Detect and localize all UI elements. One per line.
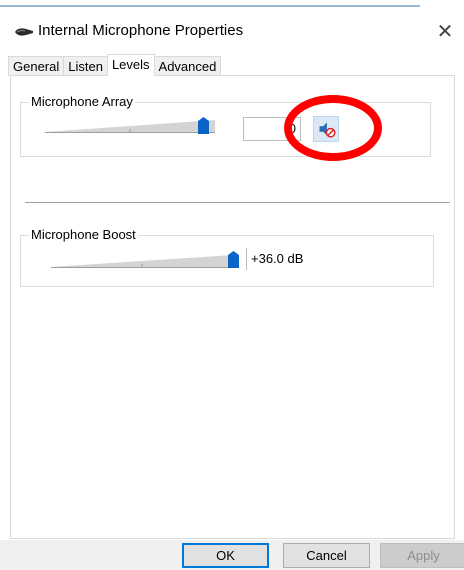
- ok-button[interactable]: OK: [182, 543, 269, 568]
- top-strip: [0, 0, 464, 8]
- tab-listen[interactable]: Listen: [63, 56, 108, 76]
- tab-levels[interactable]: Levels: [106, 54, 155, 76]
- levels-panel: Microphone Array 0 Microphone Boost +36.…: [10, 75, 455, 539]
- cancel-button[interactable]: Cancel: [283, 543, 370, 568]
- microphone-boost-label: Microphone Boost: [29, 227, 138, 242]
- microphone-boost-slider-track[interactable]: [51, 254, 233, 268]
- microphone-icon: [15, 28, 33, 36]
- annotation-circle: [284, 95, 382, 161]
- microphone-array-slider-track[interactable]: [45, 119, 215, 133]
- group-separator: [25, 202, 450, 203]
- microphone-boost-slider-thumb[interactable]: [227, 251, 239, 268]
- tab-strip: General Listen Levels Advanced: [8, 54, 222, 76]
- close-button[interactable]: ✕: [432, 18, 458, 44]
- microphone-boost-group: Microphone Boost +36.0 dB: [20, 227, 434, 287]
- microphone-boost-value-field: +36.0 dB: [246, 248, 306, 270]
- tab-advanced[interactable]: Advanced: [153, 56, 222, 76]
- window-title: Internal Microphone Properties: [38, 22, 244, 39]
- title-bar: Internal Microphone Properties ✕: [0, 8, 464, 48]
- microphone-array-label: Microphone Array: [29, 94, 135, 109]
- microphone-boost-value: +36.0 dB: [251, 251, 304, 266]
- tab-general[interactable]: General: [8, 56, 65, 76]
- apply-button[interactable]: Apply: [380, 543, 464, 568]
- top-edge-line: [0, 5, 420, 7]
- microphone-array-slider-thumb[interactable]: [197, 117, 209, 134]
